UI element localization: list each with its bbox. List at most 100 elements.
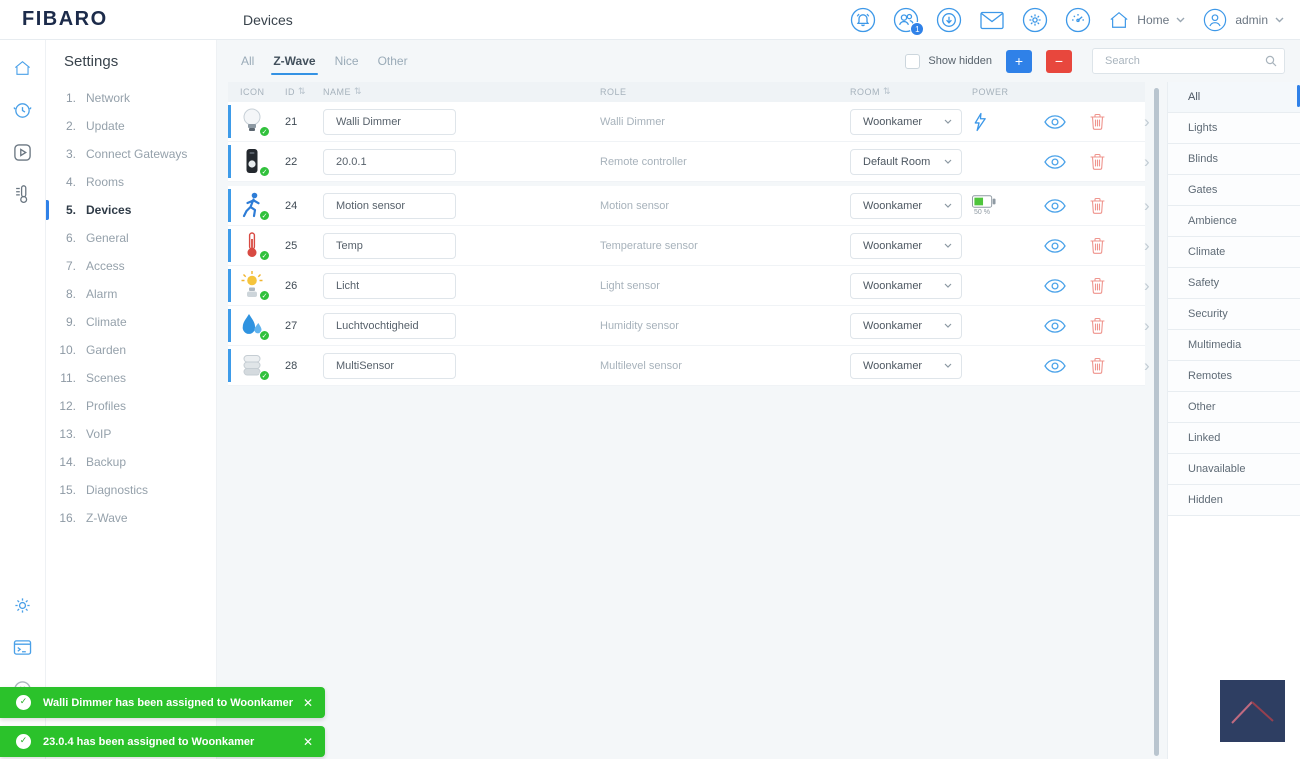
sidebar-item-diagnostics[interactable]: 15. Diagnostics <box>46 476 216 504</box>
device-name-input[interactable] <box>323 148 456 175</box>
mail-icon[interactable] <box>979 7 1005 33</box>
table-row: ✓ 21 Walli Dimmer Woonkamer › <box>228 102 1150 142</box>
room-select[interactable]: Default Room <box>850 148 962 175</box>
category-item-other[interactable]: Other <box>1168 392 1300 423</box>
category-item-safety[interactable]: Safety <box>1168 268 1300 299</box>
sidebar-item-update[interactable]: 2. Update <box>46 112 216 140</box>
column-header[interactable]: ID <box>285 87 295 97</box>
user-menu[interactable]: admin <box>1202 7 1284 33</box>
download-icon[interactable] <box>936 7 962 33</box>
visibility-eye-button[interactable] <box>1044 154 1090 169</box>
toast-close-icon[interactable]: ✕ <box>303 735 313 749</box>
delete-button[interactable] <box>1090 277 1136 294</box>
column-header[interactable]: NAME <box>323 87 351 97</box>
category-item-climate[interactable]: Climate <box>1168 237 1300 268</box>
device-name-input[interactable] <box>323 192 456 219</box>
visibility-eye-button[interactable] <box>1044 114 1090 129</box>
room-select[interactable]: Woonkamer <box>850 192 962 219</box>
rail-clock-icon[interactable] <box>13 100 33 120</box>
row-expand-chevron[interactable]: › <box>1136 357 1150 374</box>
delete-button[interactable] <box>1090 317 1136 334</box>
category-item-blinds[interactable]: Blinds <box>1168 144 1300 175</box>
sidebar-item-rooms[interactable]: 4. Rooms <box>46 168 216 196</box>
room-select[interactable]: Woonkamer <box>850 108 962 135</box>
row-expand-chevron[interactable]: › <box>1136 153 1150 170</box>
sidebar-item-profiles[interactable]: 12. Profiles <box>46 392 216 420</box>
room-select[interactable]: Woonkamer <box>850 232 962 259</box>
tab-nice[interactable]: Nice <box>335 40 359 82</box>
device-name-input[interactable] <box>323 352 456 379</box>
row-expand-chevron[interactable]: › <box>1136 277 1150 294</box>
sort-icon[interactable]: ⇅ <box>883 87 891 97</box>
tab-all[interactable]: All <box>241 40 254 82</box>
search-input[interactable] <box>1092 48 1285 74</box>
sort-icon[interactable]: ⇅ <box>354 87 362 97</box>
category-item-linked[interactable]: Linked <box>1168 423 1300 454</box>
room-select[interactable]: Woonkamer <box>850 272 962 299</box>
tab-z-wave[interactable]: Z-Wave <box>271 40 318 82</box>
sidebar-item-network[interactable]: 1. Network <box>46 84 216 112</box>
sidebar-item-scenes[interactable]: 11. Scenes <box>46 364 216 392</box>
delete-button[interactable] <box>1090 197 1136 214</box>
row-expand-chevron[interactable]: › <box>1136 237 1150 254</box>
category-item-unavailable[interactable]: Unavailable <box>1168 454 1300 485</box>
category-item-gates[interactable]: Gates <box>1168 175 1300 206</box>
rail-home-icon[interactable] <box>13 58 33 78</box>
delete-button[interactable] <box>1090 357 1136 374</box>
category-item-all[interactable]: All <box>1168 82 1300 113</box>
category-item-hidden[interactable]: Hidden <box>1168 485 1300 516</box>
sidebar-item-climate[interactable]: 9. Climate <box>46 308 216 336</box>
sidebar-item-z-wave[interactable]: 16. Z-Wave <box>46 504 216 532</box>
tab-other[interactable]: Other <box>378 40 408 82</box>
sidebar-item-connect-gateways[interactable]: 3. Connect Gateways <box>46 140 216 168</box>
row-expand-chevron[interactable]: › <box>1136 113 1150 130</box>
visibility-eye-button[interactable] <box>1044 318 1090 333</box>
add-device-button[interactable]: + <box>1006 49 1032 73</box>
visibility-eye-button[interactable] <box>1044 358 1090 373</box>
column-header[interactable]: ICON <box>240 87 265 97</box>
remove-device-button[interactable]: − <box>1046 49 1072 73</box>
rail-thermostat-icon[interactable] <box>13 184 33 204</box>
room-select[interactable]: Woonkamer <box>850 352 962 379</box>
show-hidden-checkbox[interactable] <box>905 53 921 69</box>
sidebar-item-alarm[interactable]: 8. Alarm <box>46 280 216 308</box>
device-name-input[interactable] <box>323 108 456 135</box>
category-item-multimedia[interactable]: Multimedia <box>1168 330 1300 361</box>
table-scrollbar[interactable] <box>1154 88 1159 756</box>
sidebar-item-backup[interactable]: 14. Backup <box>46 448 216 476</box>
room-select[interactable]: Woonkamer <box>850 312 962 339</box>
column-header[interactable]: ROLE <box>600 87 627 97</box>
users-icon[interactable]: 1 <box>893 7 925 36</box>
column-header[interactable]: POWER <box>972 87 1009 97</box>
device-name-input[interactable] <box>323 232 456 259</box>
home-selector[interactable]: Home <box>1108 9 1185 31</box>
alarm-bell-icon[interactable] <box>850 7 876 33</box>
delete-button[interactable] <box>1090 237 1136 254</box>
toast-close-icon[interactable]: ✕ <box>303 696 313 710</box>
column-header[interactable]: ROOM <box>850 87 880 97</box>
row-expand-chevron[interactable]: › <box>1136 197 1150 214</box>
category-item-remotes[interactable]: Remotes <box>1168 361 1300 392</box>
category-item-security[interactable]: Security <box>1168 299 1300 330</box>
delete-button[interactable] <box>1090 153 1136 170</box>
category-item-ambience[interactable]: Ambience <box>1168 206 1300 237</box>
sidebar-item-voip[interactable]: 13. VoIP <box>46 420 216 448</box>
category-item-lights[interactable]: Lights <box>1168 113 1300 144</box>
sidebar-item-devices[interactable]: 5. Devices <box>46 196 216 224</box>
row-expand-chevron[interactable]: › <box>1136 317 1150 334</box>
settings-gear-icon[interactable] <box>1022 7 1048 33</box>
sidebar-item-access[interactable]: 7. Access <box>46 252 216 280</box>
sidebar-item-garden[interactable]: 10. Garden <box>46 336 216 364</box>
visibility-eye-button[interactable] <box>1044 238 1090 253</box>
device-name-input[interactable] <box>323 312 456 339</box>
rail-play-icon[interactable] <box>13 142 33 162</box>
sort-icon[interactable]: ⇅ <box>298 87 306 97</box>
delete-button[interactable] <box>1090 113 1136 130</box>
visibility-eye-button[interactable] <box>1044 198 1090 213</box>
sidebar-item-general[interactable]: 6. General <box>46 224 216 252</box>
gauge-icon[interactable] <box>1065 7 1091 33</box>
device-name-input[interactable] <box>323 272 456 299</box>
visibility-eye-button[interactable] <box>1044 278 1090 293</box>
rail-gear-icon[interactable] <box>13 595 33 615</box>
rail-terminal-icon[interactable] <box>13 637 33 657</box>
